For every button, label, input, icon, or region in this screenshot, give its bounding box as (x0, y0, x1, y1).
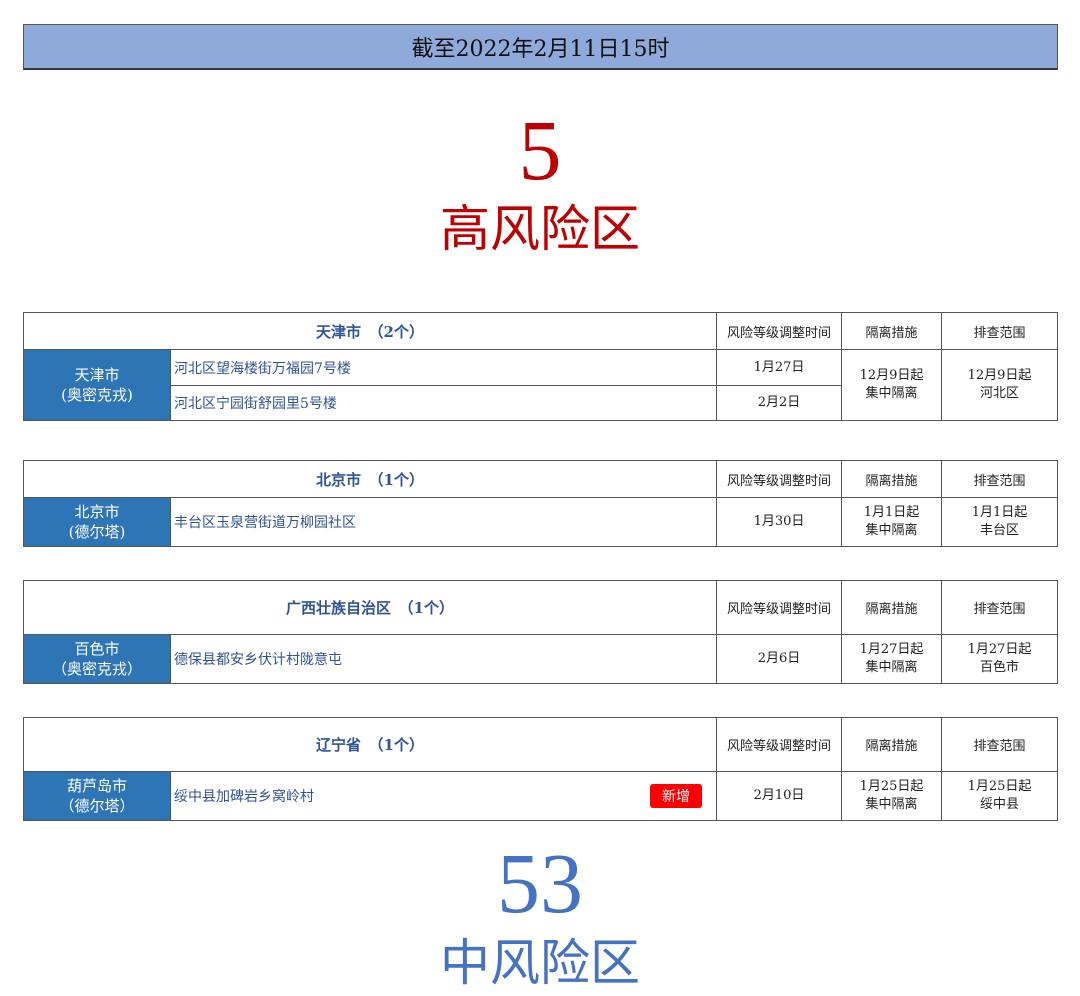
variant-name: （德尔塔） (59, 797, 135, 815)
city-name: 天津市 (74, 366, 120, 384)
area-address: 绥中县加碑岩乡窝岭村 (174, 789, 314, 805)
isolation-measure: 集中隔离 (865, 797, 918, 812)
adjust-time: 2月10日 (716, 771, 843, 821)
column-header-isolation: 隔离措施 (841, 717, 943, 772)
column-header-isolation: 隔离措施 (841, 460, 943, 498)
province-header: 北京市 （1个） (22, 460, 718, 498)
isolation-date: 1月1日起 (863, 505, 920, 520)
isolation-measure: 集中隔离 (865, 660, 918, 675)
adjust-time: 1月27日 (716, 349, 843, 386)
screening-date: 1月27日起 (967, 642, 1032, 657)
new-badge: 新增 (650, 784, 703, 808)
screening-cell: 1月1日起 丰台区 (941, 497, 1059, 547)
date-banner: 截至2022年2月11日15时 (23, 24, 1058, 70)
adjust-time: 1月30日 (716, 497, 843, 547)
screening-cell: 12月9日起 河北区 (941, 349, 1059, 421)
column-header-isolation: 隔离措施 (841, 312, 943, 350)
isolation-date: 12月9日起 (859, 368, 924, 383)
table-row: 天津市 (奥密克戎) 河北区望海楼街万福园7号楼 1月27日 12月9日起 集中… (23, 349, 1059, 421)
variant-name: (奥密克戎) (61, 386, 133, 404)
city-name: 北京市 (74, 503, 120, 521)
column-header-time: 风险等级调整时间 (716, 460, 843, 498)
mid-risk-label: 中风险区 (440, 934, 640, 992)
screening-cell: 1月27日起 百色市 (941, 634, 1059, 684)
city-cell: 北京市 (德尔塔) (23, 497, 171, 547)
city-name: 百色市 (74, 640, 120, 658)
screening-cell: 1月25日起 绥中县 (941, 771, 1059, 821)
province-header: 辽宁省 （1个） (22, 717, 718, 772)
screening-date: 1月25日起 (967, 779, 1032, 794)
area-address: 河北区望海楼街万福园7号楼 (169, 349, 718, 386)
high-risk-count: 5 (518, 102, 562, 198)
region-table-liaoning: 辽宁省 （1个） 风险等级调整时间 隔离措施 排查范围 葫芦岛市 （德尔塔） 绥… (22, 717, 1059, 821)
area-address-cell: 绥中县加碑岩乡窝岭村 新增 (169, 771, 718, 821)
high-risk-label: 高风险区 (440, 200, 640, 258)
isolation-measure: 集中隔离 (865, 523, 918, 538)
province-header: 天津市 （2个） (22, 312, 718, 350)
isolation-cell: 12月9日起 集中隔离 (841, 349, 943, 421)
variant-name: (德尔塔) (68, 523, 126, 541)
adjust-time: 2月2日 (716, 385, 843, 421)
mid-risk-count: 53 (497, 835, 583, 931)
screening-area: 百色市 (980, 660, 1020, 675)
table-row: 葫芦岛市 （德尔塔） 绥中县加碑岩乡窝岭村 新增 2月10日 1月25日起 集中… (23, 771, 1059, 821)
city-cell: 天津市 (奥密克戎) (23, 349, 171, 421)
city-cell: 百色市 （奥密克戎） (23, 634, 171, 684)
region-table-beijing: 北京市 （1个） 风险等级调整时间 隔离措施 排查范围 北京市 (德尔塔) 丰台… (22, 460, 1059, 547)
column-header-time: 风险等级调整时间 (716, 580, 843, 635)
area-address: 德保县都安乡伏计村陇意屯 (169, 634, 718, 684)
table-row: 北京市 (德尔塔) 丰台区玉泉营街道万柳园社区 1月30日 1月1日起 集中隔离… (23, 497, 1059, 547)
column-header-screening: 排查范围 (941, 312, 1059, 350)
isolation-cell: 1月25日起 集中隔离 (841, 771, 943, 821)
date-banner-text: 截至2022年2月11日15时 (411, 36, 670, 62)
city-name: 葫芦岛市 (66, 777, 127, 795)
area-address: 河北区宁园街舒园里5号楼 (169, 385, 718, 421)
region-table-tianjin: 天津市 （2个） 风险等级调整时间 隔离措施 排查范围 天津市 (奥密克戎) 河… (22, 312, 1059, 421)
screening-date: 1月1日起 (971, 505, 1028, 520)
column-header-time: 风险等级调整时间 (716, 312, 843, 350)
isolation-measure: 集中隔离 (865, 386, 918, 401)
screening-date: 12月9日起 (967, 368, 1032, 383)
table-row: 百色市 （奥密克戎） 德保县都安乡伏计村陇意屯 2月6日 1月27日起 集中隔离… (23, 634, 1059, 684)
screening-area: 河北区 (980, 386, 1020, 401)
screening-area: 丰台区 (980, 523, 1020, 538)
column-header-isolation: 隔离措施 (841, 580, 943, 635)
isolation-cell: 1月1日起 集中隔离 (841, 497, 943, 547)
region-table-guangxi: 广西壮族自治区 （1个） 风险等级调整时间 隔离措施 排查范围 百色市 （奥密克… (22, 580, 1059, 684)
province-header: 广西壮族自治区 （1个） (22, 580, 718, 635)
column-header-time: 风险等级调整时间 (716, 717, 843, 772)
screening-area: 绥中县 (980, 797, 1020, 812)
isolation-cell: 1月27日起 集中隔离 (841, 634, 943, 684)
area-address: 丰台区玉泉营街道万柳园社区 (169, 497, 718, 547)
column-header-screening: 排查范围 (941, 717, 1059, 772)
isolation-date: 1月27日起 (859, 642, 924, 657)
column-header-screening: 排查范围 (941, 580, 1059, 635)
column-header-screening: 排查范围 (941, 460, 1059, 498)
variant-name: （奥密克戎） (51, 660, 142, 678)
city-cell: 葫芦岛市 （德尔塔） (23, 771, 171, 821)
adjust-time: 2月6日 (716, 634, 843, 684)
isolation-date: 1月25日起 (859, 779, 924, 794)
